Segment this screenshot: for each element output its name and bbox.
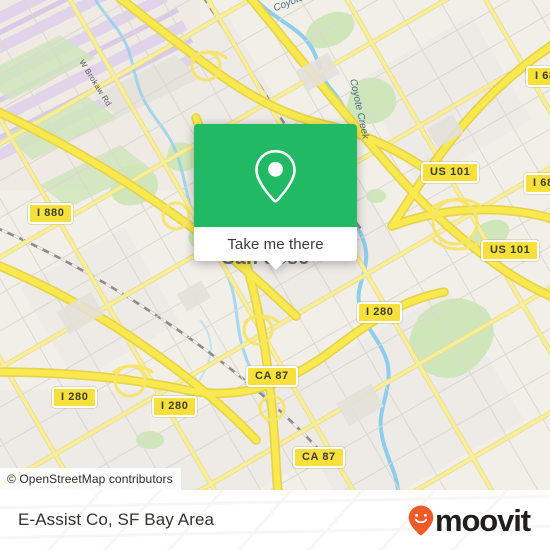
map-pin-icon	[255, 149, 296, 203]
popup-tail-pointer	[265, 260, 286, 270]
highway-shield-i680-ne[interactable]: I 680	[526, 66, 550, 87]
highway-shield-i880[interactable]: I 880	[28, 203, 74, 224]
highway-shield-us101-n[interactable]: US 101	[421, 162, 480, 183]
osm-attribution-text: © OpenStreetMap contributors	[7, 472, 173, 486]
take-me-there-button[interactable]: Take me there	[194, 227, 357, 261]
highway-shield-ca87-s[interactable]: CA 87	[293, 447, 345, 468]
highway-shield-us101-s[interactable]: US 101	[481, 240, 540, 261]
highway-shield-i280-e[interactable]: I 280	[357, 302, 403, 323]
map-canvas[interactable]: San Jose Coyote Creek Coyote Creek W Bro…	[0, 0, 550, 490]
footer-bar: E-Assist Co, SF Bay Area moovit	[0, 490, 550, 550]
highway-shield-i280-c[interactable]: I 280	[152, 396, 198, 417]
moovit-pin-icon	[408, 505, 434, 535]
moovit-logo[interactable]: moovit	[408, 502, 531, 538]
moovit-map-screenshot: San Jose Coyote Creek Coyote Creek W Bro…	[0, 0, 550, 550]
highway-shield-i680-e[interactable]: I 680	[524, 173, 550, 194]
popup-pin-panel	[194, 124, 357, 227]
location-popup-card[interactable]: Take me there	[194, 124, 357, 270]
moovit-wordmark: moovit	[434, 502, 531, 538]
location-title: E-Assist Co, SF Bay Area	[18, 510, 215, 529]
take-me-there-label: Take me there	[227, 235, 324, 253]
highway-shield-i280-w[interactable]: I 280	[52, 387, 98, 408]
highway-shield-ca87-n[interactable]: CA 87	[246, 366, 298, 387]
osm-attribution[interactable]: © OpenStreetMap contributors	[0, 468, 181, 490]
